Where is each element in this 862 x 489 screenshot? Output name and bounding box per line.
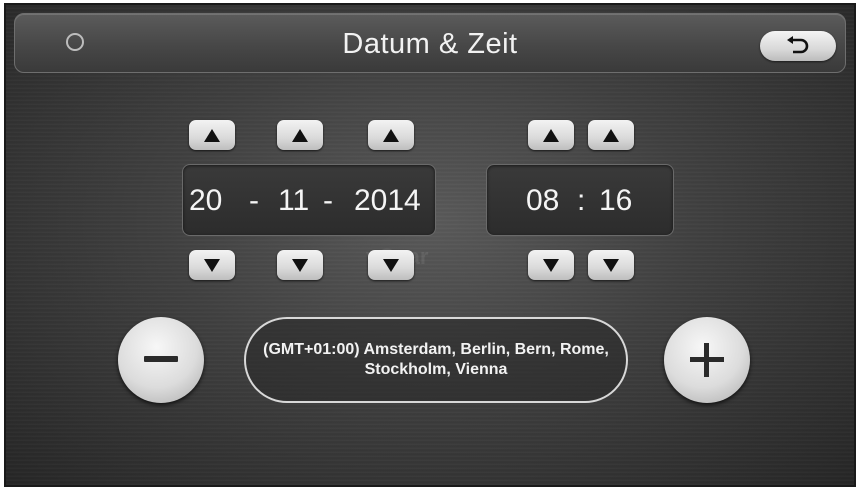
- back-button[interactable]: [760, 31, 836, 61]
- timezone-label: (GMT+01:00) Amsterdam, Berlin, Bern, Rom…: [263, 341, 609, 378]
- year-value: 2014: [354, 184, 421, 217]
- time-display: 08 : 16: [486, 164, 674, 236]
- return-arrow-icon: [787, 36, 809, 54]
- day-value: 20: [189, 184, 223, 217]
- timezone-decrease-button[interactable]: [118, 317, 204, 403]
- triangle-down-icon: [543, 258, 559, 272]
- triangle-down-icon: [204, 258, 220, 272]
- month-down-button[interactable]: [277, 250, 323, 280]
- minute-value: 16: [599, 184, 633, 217]
- hour-down-button[interactable]: [528, 250, 574, 280]
- date-time-screen: Datum & Zeit 20 - 11 - 2014 08 : 16 vGea…: [4, 3, 856, 487]
- minus-icon: [144, 356, 178, 362]
- hour-value: 08: [526, 184, 560, 217]
- date-separator: -: [249, 184, 259, 217]
- year-down-button[interactable]: [368, 250, 414, 280]
- triangle-down-icon: [292, 258, 308, 272]
- timezone-selector[interactable]: (GMT+01:00) Amsterdam, Berlin, Bern, Rom…: [244, 317, 628, 403]
- triangle-up-icon: [603, 128, 619, 142]
- year-up-button[interactable]: [368, 120, 414, 150]
- triangle-up-icon: [543, 128, 559, 142]
- month-up-button[interactable]: [277, 120, 323, 150]
- page-title: Datum & Zeit: [342, 28, 518, 60]
- triangle-down-icon: [603, 258, 619, 272]
- date-display: 20 - 11 - 2014: [182, 164, 436, 236]
- minute-up-button[interactable]: [588, 120, 634, 150]
- triangle-up-icon: [204, 128, 220, 142]
- triangle-up-icon: [383, 128, 399, 142]
- minute-down-button[interactable]: [588, 250, 634, 280]
- title-bar: Datum & Zeit: [14, 13, 846, 73]
- date-separator: -: [323, 184, 333, 217]
- triangle-up-icon: [292, 128, 308, 142]
- time-separator: :: [577, 184, 586, 217]
- hour-up-button[interactable]: [528, 120, 574, 150]
- month-value: 11: [278, 184, 310, 217]
- day-down-button[interactable]: [189, 250, 235, 280]
- timezone-increase-button[interactable]: [664, 317, 750, 403]
- day-up-button[interactable]: [189, 120, 235, 150]
- triangle-down-icon: [383, 258, 399, 272]
